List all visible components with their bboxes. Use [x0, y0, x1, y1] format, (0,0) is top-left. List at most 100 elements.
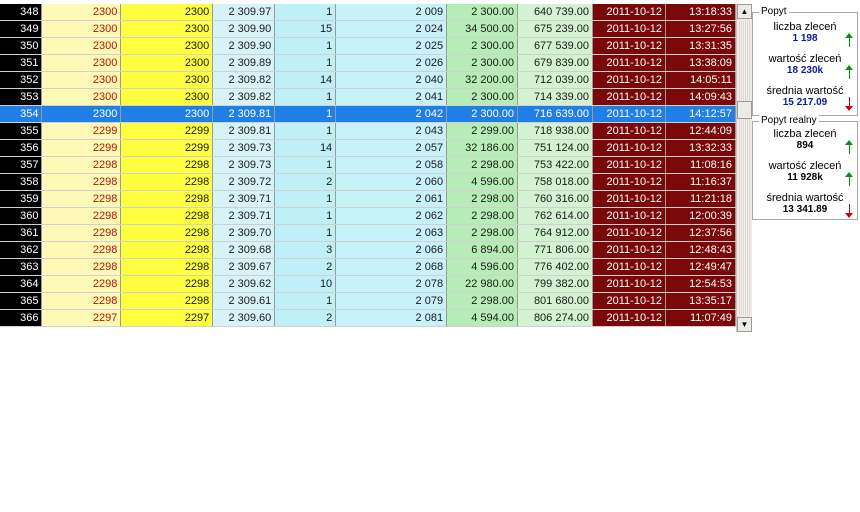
- row-number-cell: 363: [0, 258, 43, 276]
- table-row[interactable]: 355 2299 2299 2 309.81 1 2 043 2 299.00 718 938…: [0, 122, 736, 140]
- order-value-cell: 2 298.00: [446, 190, 519, 208]
- order-time-cell: 12:54:53: [665, 275, 736, 293]
- order-time-cell: 13:27:56: [665, 20, 736, 38]
- arrow-up-icon: [845, 140, 854, 154]
- quantity-cell: 1: [274, 292, 337, 310]
- scroll-up-arrow-icon[interactable]: ▲: [737, 4, 752, 19]
- limit-price-cell: 2300: [41, 4, 122, 21]
- table-row[interactable]: 364 2298 2298 2 309.62 10 2 078 22 980.00 799 3…: [0, 275, 736, 293]
- order-date-cell: 2011-10-12: [592, 37, 666, 55]
- table-row-selected[interactable]: 354 2300 2300 2 309.81 1 2 042 2 300.00 716 639…: [0, 105, 736, 123]
- average-price-cell: 2 309.71: [212, 190, 276, 208]
- stat-label: średnia wartość: [766, 192, 844, 204]
- quantity-cell: 15: [274, 20, 337, 38]
- cumulative-quantity-cell: 2 041: [335, 88, 448, 106]
- order-time-cell: 14:05:11: [665, 71, 736, 89]
- table-row[interactable]: 358 2298 2298 2 309.72 2 2 060 4 596.00 758 018…: [0, 173, 736, 191]
- average-price-cell: 2 309.90: [212, 37, 276, 55]
- panel-popyt-title: Popyt: [759, 6, 789, 17]
- scroll-track[interactable]: [739, 21, 750, 315]
- table-row[interactable]: 353 2300 2300 2 309.82 1 2 041 2 300.00 714 339…: [0, 88, 736, 106]
- order-value-cell: 22 980.00: [446, 275, 519, 293]
- cumulative-quantity-cell: 2 043: [335, 122, 448, 140]
- average-price-cell: 2 309.82: [212, 71, 276, 89]
- average-price-cell: 2 309.89: [212, 54, 276, 72]
- table-row[interactable]: 350 2300 2300 2 309.90 1 2 025 2 300.00 677 539…: [0, 37, 736, 55]
- cumulative-value-cell: 762 614.00: [517, 207, 593, 225]
- order-value-cell: 2 300.00: [446, 37, 519, 55]
- price-cell: 2298: [120, 241, 214, 259]
- cumulative-value-cell: 677 539.00: [517, 37, 593, 55]
- cumulative-quantity-cell: 2 066: [335, 241, 448, 259]
- stat-value: 18 230k: [786, 65, 824, 76]
- cumulative-quantity-cell: 2 058: [335, 156, 448, 174]
- order-time-cell: 11:08:16: [665, 156, 736, 174]
- limit-price-cell: 2298: [41, 292, 122, 310]
- cumulative-quantity-cell: 2 026: [335, 54, 448, 72]
- table-row[interactable]: 363 2298 2298 2 309.67 2 2 068 4 596.00 776 402…: [0, 258, 736, 276]
- limit-price-cell: 2298: [41, 207, 122, 225]
- quantity-cell: 1: [274, 37, 337, 55]
- panel-popyt-realny-title: Popyt realny: [759, 115, 819, 126]
- table-row[interactable]: 351 2300 2300 2 309.89 1 2 026 2 300.00 679 839…: [0, 54, 736, 72]
- orders-grid[interactable]: 348 2300 2300 2 309.97 1 2 009 2 300.00 640 739…: [0, 4, 736, 332]
- cumulative-quantity-cell: 2 061: [335, 190, 448, 208]
- row-number-cell: 353: [0, 88, 43, 106]
- order-time-cell: 14:09:43: [665, 88, 736, 106]
- average-price-cell: 2 309.71: [212, 207, 276, 225]
- order-time-cell: 12:48:43: [665, 241, 736, 259]
- row-number-cell: 355: [0, 122, 43, 140]
- order-value-cell: 2 298.00: [446, 156, 519, 174]
- table-row[interactable]: 357 2298 2298 2 309.73 1 2 058 2 298.00 753 422…: [0, 156, 736, 174]
- cumulative-value-cell: 679 839.00: [517, 54, 593, 72]
- order-date-cell: 2011-10-12: [592, 207, 666, 225]
- price-cell: 2300: [120, 105, 214, 123]
- table-row[interactable]: 360 2298 2298 2 309.71 1 2 062 2 298.00 762 614…: [0, 207, 736, 225]
- stat-block: wartość zleceń 18 230k: [753, 51, 857, 83]
- quantity-cell: 1: [274, 4, 337, 21]
- vertical-scrollbar[interactable]: ▲ ▼: [736, 4, 752, 332]
- scroll-down-arrow-icon[interactable]: ▼: [737, 317, 752, 332]
- table-row[interactable]: 352 2300 2300 2 309.82 14 2 040 32 200.00 712 0…: [0, 71, 736, 89]
- order-date-cell: 2011-10-12: [592, 54, 666, 72]
- cumulative-quantity-cell: 2 068: [335, 258, 448, 276]
- quantity-cell: 1: [274, 122, 337, 140]
- table-row[interactable]: 365 2298 2298 2 309.61 1 2 079 2 298.00 801 680…: [0, 292, 736, 310]
- order-time-cell: 13:31:35: [665, 37, 736, 55]
- quantity-cell: 10: [274, 275, 337, 293]
- average-price-cell: 2 309.90: [212, 20, 276, 38]
- table-row[interactable]: 348 2300 2300 2 309.97 1 2 009 2 300.00 640 739…: [0, 4, 736, 21]
- order-value-cell: 32 200.00: [446, 71, 519, 89]
- panel-popyt-realny: Popyt realny liczba zleceń 894 wartość zle…: [752, 115, 858, 220]
- cumulative-quantity-cell: 2 040: [335, 71, 448, 89]
- order-value-cell: 2 299.00: [446, 122, 519, 140]
- stat-label: wartość zleceń: [768, 160, 842, 172]
- row-number-cell: 361: [0, 224, 43, 242]
- price-cell: 2300: [120, 54, 214, 72]
- order-time-cell: 11:16:37: [665, 173, 736, 191]
- arrow-down-icon: [845, 97, 854, 111]
- limit-price-cell: 2298: [41, 258, 122, 276]
- order-date-cell: 2011-10-12: [592, 20, 666, 38]
- order-time-cell: 12:49:47: [665, 258, 736, 276]
- row-number-cell: 364: [0, 275, 43, 293]
- order-date-cell: 2011-10-12: [592, 241, 666, 259]
- quantity-cell: 2: [274, 258, 337, 276]
- quantity-cell: 1: [274, 54, 337, 72]
- table-row[interactable]: 349 2300 2300 2 309.90 15 2 024 34 500.00 675 2…: [0, 20, 736, 38]
- table-row[interactable]: 366 2297 2297 2 309.60 2 2 081 4 594.00 806 274…: [0, 309, 736, 327]
- table-row[interactable]: 361 2298 2298 2 309.70 1 2 063 2 298.00 764 912…: [0, 224, 736, 242]
- limit-price-cell: 2298: [41, 241, 122, 259]
- row-number-cell: 358: [0, 173, 43, 191]
- cumulative-quantity-cell: 2 062: [335, 207, 448, 225]
- average-price-cell: 2 309.68: [212, 241, 276, 259]
- table-row[interactable]: 362 2298 2298 2 309.68 3 2 066 6 894.00 771 806…: [0, 241, 736, 259]
- scroll-thumb[interactable]: [737, 101, 752, 119]
- quantity-cell: 1: [274, 190, 337, 208]
- table-row[interactable]: 356 2299 2299 2 309.73 14 2 057 32 186.00 751 1…: [0, 139, 736, 157]
- table-row[interactable]: 359 2298 2298 2 309.71 1 2 061 2 298.00 760 316…: [0, 190, 736, 208]
- order-value-cell: 2 298.00: [446, 292, 519, 310]
- cumulative-value-cell: 764 912.00: [517, 224, 593, 242]
- quantity-cell: 1: [274, 156, 337, 174]
- cumulative-value-cell: 675 239.00: [517, 20, 593, 38]
